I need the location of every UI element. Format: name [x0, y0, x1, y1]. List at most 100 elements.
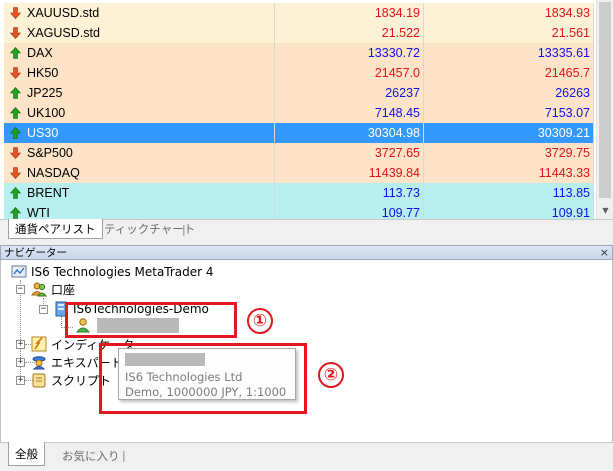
- tab-all[interactable]: 全般: [8, 442, 45, 466]
- symbol-name: US30: [27, 126, 59, 140]
- root-label: IS6 Technologies MetaTrader 4: [31, 265, 214, 279]
- symbol-name: UK100: [27, 106, 66, 120]
- scroll-down-arrow-icon[interactable]: ▼: [597, 202, 613, 219]
- indicator-icon: [31, 336, 47, 352]
- symbol-cell: US30: [4, 123, 275, 143]
- tab-tick-chart[interactable]: ティックチャート: [98, 219, 201, 239]
- bid-price: 109.77: [275, 203, 424, 219]
- expand-indicators-icon[interactable]: +: [16, 340, 25, 349]
- tab-separator: |: [122, 449, 126, 462]
- arrow-down-icon: [10, 167, 21, 179]
- bid-price: 7148.45: [275, 103, 424, 123]
- ask-price: 1834.93: [424, 3, 594, 23]
- script-icon: [32, 373, 46, 388]
- symbol-name: NASDAQ: [27, 166, 80, 180]
- symbol-cell: NASDAQ: [4, 163, 275, 183]
- symbol-cell: DAX: [4, 43, 275, 63]
- market-watch-row[interactable]: BRENT 113.73 113.85: [4, 183, 594, 203]
- symbol-name: XAGUSD.std: [27, 26, 100, 40]
- symbol-cell: UK100: [4, 103, 275, 123]
- arrow-up-icon: [10, 127, 21, 139]
- symbol-name: JP225: [27, 86, 63, 100]
- tab-symbols[interactable]: 通貨ペアリスト: [8, 219, 103, 239]
- callout-box-2: [99, 343, 307, 414]
- navigator-title: ナビゲーター: [4, 247, 67, 259]
- terminal-icon: [11, 265, 27, 278]
- market-watch-row[interactable]: UK100 7148.45 7153.07: [4, 103, 594, 123]
- ask-price: 11443.33: [424, 163, 594, 183]
- accounts-icon: [31, 282, 47, 297]
- market-watch-row[interactable]: JP225 26237 26263: [4, 83, 594, 103]
- tree-root[interactable]: IS6 Technologies MetaTrader 4: [11, 263, 214, 281]
- symbol-cell: JP225: [4, 83, 275, 103]
- ask-price: 26263: [424, 83, 594, 103]
- symbol-name: S&P500: [27, 146, 73, 160]
- market-watch-row[interactable]: XAUUSD.std 1834.19 1834.93: [4, 3, 594, 23]
- symbol-cell: S&P500: [4, 143, 275, 163]
- ask-price: 13335.61: [424, 43, 594, 63]
- bid-price: 3727.65: [275, 143, 424, 163]
- ask-price: 109.91: [424, 203, 594, 219]
- symbol-cell: WTI: [4, 203, 275, 219]
- symbol-name: HK50: [27, 66, 59, 80]
- market-watch-row[interactable]: S&P500 3727.65 3729.75: [4, 143, 594, 163]
- navigator-header: ナビゲーター ×: [0, 245, 613, 260]
- arrow-up-icon: [10, 207, 21, 219]
- market-watch-list: XAUUSD.std 1834.19 1834.93 XAGUSD.std 21.522…: [0, 0, 595, 219]
- market-watch-panel: XAUUSD.std 1834.19 1834.93 XAGUSD.std 21.522…: [0, 0, 613, 240]
- callout-number-1: ①: [247, 308, 273, 334]
- ask-price: 21.561: [424, 23, 594, 43]
- symbol-cell: XAUUSD.std: [4, 3, 275, 23]
- bid-price: 113.73: [275, 183, 424, 203]
- tree-item-accounts[interactable]: 口座: [31, 280, 75, 298]
- expand-scripts-icon[interactable]: +: [16, 376, 25, 385]
- arrow-down-icon: [10, 27, 21, 39]
- arrow-up-icon: [10, 107, 21, 119]
- symbol-name: XAUUSD.std: [27, 6, 100, 20]
- arrow-down-icon: [10, 67, 21, 79]
- bid-price: 26237: [275, 83, 424, 103]
- bid-price: 1834.19: [275, 3, 424, 23]
- bid-price: 21457.0: [275, 63, 424, 83]
- navigator-tabs: 全般 お気に入り |: [0, 442, 613, 471]
- expert-advisor-icon: [32, 356, 46, 370]
- collapse-accounts-icon[interactable]: −: [16, 285, 25, 294]
- scrollbar-thumb[interactable]: [599, 2, 611, 198]
- ask-price: 7153.07: [424, 103, 594, 123]
- market-watch-row[interactable]: XAGUSD.std 21.522 21.561: [4, 23, 594, 43]
- accounts-label: 口座: [51, 282, 76, 297]
- bid-price: 30304.98: [275, 123, 424, 143]
- close-icon[interactable]: ×: [600, 246, 609, 259]
- expand-experts-icon[interactable]: +: [16, 358, 25, 367]
- callout-box-1: [65, 302, 237, 338]
- callout-number-2: ②: [318, 362, 344, 388]
- symbol-cell: HK50: [4, 63, 275, 83]
- market-watch-scrollbar[interactable]: ▼: [596, 0, 613, 219]
- arrow-up-icon: [10, 87, 21, 99]
- collapse-server-icon[interactable]: −: [39, 305, 48, 314]
- ask-price: 3729.75: [424, 143, 594, 163]
- ask-price: 113.85: [424, 183, 594, 203]
- ask-price: 21465.7: [424, 63, 594, 83]
- bid-price: 11439.84: [275, 163, 424, 183]
- arrow-down-icon: [10, 147, 21, 159]
- market-watch-row[interactable]: NASDAQ 11439.84 11443.33: [4, 163, 594, 183]
- symbol-cell: BRENT: [4, 183, 275, 203]
- market-watch-row[interactable]: HK50 21457.0 21465.7: [4, 63, 594, 83]
- market-watch-row[interactable]: DAX 13330.72 13335.61: [4, 43, 594, 63]
- market-watch-row[interactable]: US30 30304.98 30309.21: [4, 123, 594, 143]
- tab-favorites[interactable]: お気に入り: [56, 446, 126, 466]
- symbol-name: DAX: [27, 46, 53, 60]
- bid-price: 21.522: [275, 23, 424, 43]
- market-watch-tabs: 通貨ペアリスト ティックチャート |: [0, 219, 613, 240]
- arrow-up-icon: [10, 47, 21, 59]
- symbol-cell: XAGUSD.std: [4, 23, 275, 43]
- tab-separator: |: [182, 223, 186, 236]
- ask-price: 30309.21: [424, 123, 594, 143]
- arrow-down-icon: [10, 7, 21, 19]
- symbol-name: WTI: [27, 206, 50, 219]
- symbol-name: BRENT: [27, 186, 70, 200]
- bid-price: 13330.72: [275, 43, 424, 63]
- arrow-up-icon: [10, 187, 21, 199]
- market-watch-row[interactable]: WTI 109.77 109.91: [4, 203, 594, 219]
